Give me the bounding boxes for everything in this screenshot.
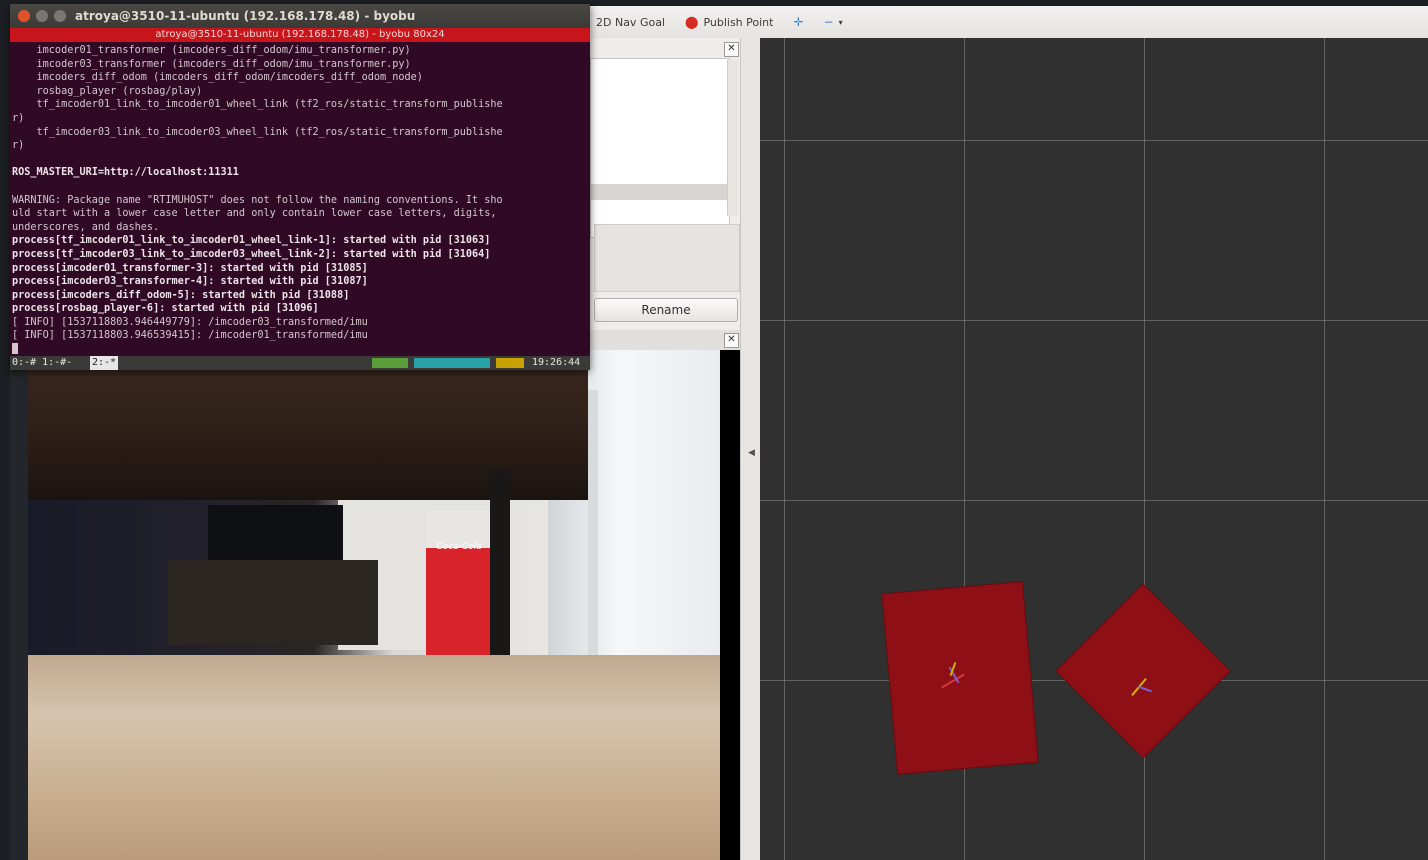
close-image-panel-icon[interactable]: ✕ (724, 333, 739, 348)
terminal-title: atroya@3510-11-ubuntu (192.168.178.48) -… (75, 9, 416, 23)
terminal-line: process[rosbag_player-6]: started with p… (12, 303, 319, 315)
displays-selected-row[interactable] (591, 184, 727, 200)
grid-line (760, 500, 1428, 501)
terminal-output[interactable]: imcoder01_transformer (imcoders_diff_odo… (12, 44, 588, 354)
status-segment-yellow (496, 358, 524, 368)
terminal-line: tf_imcoder01_link_to_imcoder01_wheel_lin… (12, 99, 503, 111)
nav-goal-tool[interactable]: 2D Nav Goal (596, 16, 665, 29)
minus-icon: − (823, 15, 834, 29)
publish-point-tool[interactable]: ⬤ Publish Point (685, 15, 773, 29)
rviz-3d-view[interactable] (760, 38, 1428, 860)
terminal-line: ROS_MASTER_URI=http://localhost:11311 (12, 167, 239, 179)
byobu-tab-bar: atroya@3510-11-ubuntu (192.168.178.48) -… (10, 28, 590, 42)
nav-goal-label: 2D Nav Goal (596, 15, 665, 29)
terminal-line: imcoder03_transformer (imcoders_diff_odo… (12, 58, 411, 70)
collapse-arrow-icon[interactable]: ◀ (748, 448, 755, 458)
camera-wood-floor (28, 655, 720, 860)
displays-tree[interactable] (590, 58, 730, 238)
status-segment-green (372, 358, 408, 368)
camera-cabinet (168, 560, 378, 645)
camera-table-leg (490, 470, 510, 660)
chevron-down-icon: ▾ (838, 17, 843, 27)
terminal-line: tf_imcoder03_link_to_imcoder03_wheel_lin… (12, 126, 503, 138)
text-cursor (12, 343, 18, 354)
grid-line (760, 140, 1428, 141)
terminal-line: process[tf_imcoder01_link_to_imcoder01_w… (12, 235, 491, 247)
maximize-window-icon[interactable] (54, 10, 66, 22)
terminal-window[interactable]: atroya@3510-11-ubuntu (192.168.178.48) -… (10, 4, 590, 370)
grid-line (760, 320, 1428, 321)
rviz-toolbar: 2D Nav Goal ⬤ Publish Point ✛ − ▾ (590, 6, 1428, 39)
terminal-line: process[imcoder03_transformer-4]: starte… (12, 276, 368, 288)
status-active-window[interactable]: 2:-* (90, 356, 119, 370)
terminal-line: uld start with a lower case letter and o… (12, 208, 497, 220)
move-cross-icon: ✛ (793, 15, 804, 29)
terminal-line: r) (12, 140, 25, 152)
camera-black-border (720, 350, 740, 860)
terminal-line: imcoder01_transformer (imcoders_diff_odo… (12, 45, 411, 56)
publish-point-label: Publish Point (703, 15, 774, 29)
image-panel-header (590, 330, 740, 351)
terminal-line: r) (12, 112, 25, 124)
camera-image-view: Coca-Cola (28, 350, 740, 860)
terminal-lines: imcoder01_transformer (imcoders_diff_odo… (12, 44, 588, 343)
terminal-line: process[tf_imcoder03_link_to_imcoder03_w… (12, 248, 491, 260)
terminal-line: WARNING: Package name "RTIMUHOST" does n… (12, 194, 503, 206)
camera-television (208, 505, 343, 560)
terminal-line: [ INFO] [1537118803.946539415]: /imcoder… (12, 330, 368, 342)
terminal-line: process[imcoders_diff_odom-5]: started w… (12, 289, 350, 301)
grid-line (1324, 38, 1325, 860)
imu-cube-imcoder03 (1056, 584, 1230, 758)
screen-frame-left (0, 0, 10, 860)
display-description-box (594, 224, 740, 292)
terminal-line: underscores, and dashes. (12, 221, 160, 233)
fridge-logo-text: Coca-Cola (436, 542, 482, 552)
status-segment-cyan (414, 358, 490, 368)
minimize-window-icon[interactable] (36, 10, 48, 22)
terminal-line: [ INFO] [1537118803.946449779]: /imcoder… (12, 316, 368, 328)
terminal-line: imcoders_diff_odom (imcoders_diff_odom/i… (12, 72, 423, 84)
terminal-line: process[imcoder01_transformer-3]: starte… (12, 262, 368, 274)
terminal-line: rosbag_player (rosbag/play) (12, 85, 203, 97)
tool-options-dropdown[interactable]: − ▾ (824, 15, 843, 29)
terminal-titlebar[interactable]: atroya@3510-11-ubuntu (192.168.178.48) -… (10, 4, 590, 28)
move-camera-tool[interactable]: ✛ (793, 15, 803, 29)
byobu-status-bar: 0:-# 1:-#- 2:-* 19:26:44 (10, 356, 590, 370)
grid-line (784, 38, 785, 860)
close-panel-icon[interactable]: ✕ (724, 42, 739, 57)
status-clock: 19:26:44 (532, 357, 581, 368)
rename-button[interactable]: Rename (594, 298, 738, 322)
terminal-prompt-line[interactable] (12, 343, 588, 354)
status-windows[interactable]: 0:-# 1:-#- (12, 356, 72, 370)
displays-scrollbar[interactable] (727, 60, 738, 216)
map-pin-icon: ⬤ (685, 15, 699, 29)
close-window-icon[interactable] (18, 10, 30, 22)
byobu-tab-title: atroya@3510-11-ubuntu (192.168.178.48) -… (155, 29, 445, 40)
camera-window-frame (588, 390, 598, 680)
fridge-logo: Coca-Cola (430, 542, 488, 556)
